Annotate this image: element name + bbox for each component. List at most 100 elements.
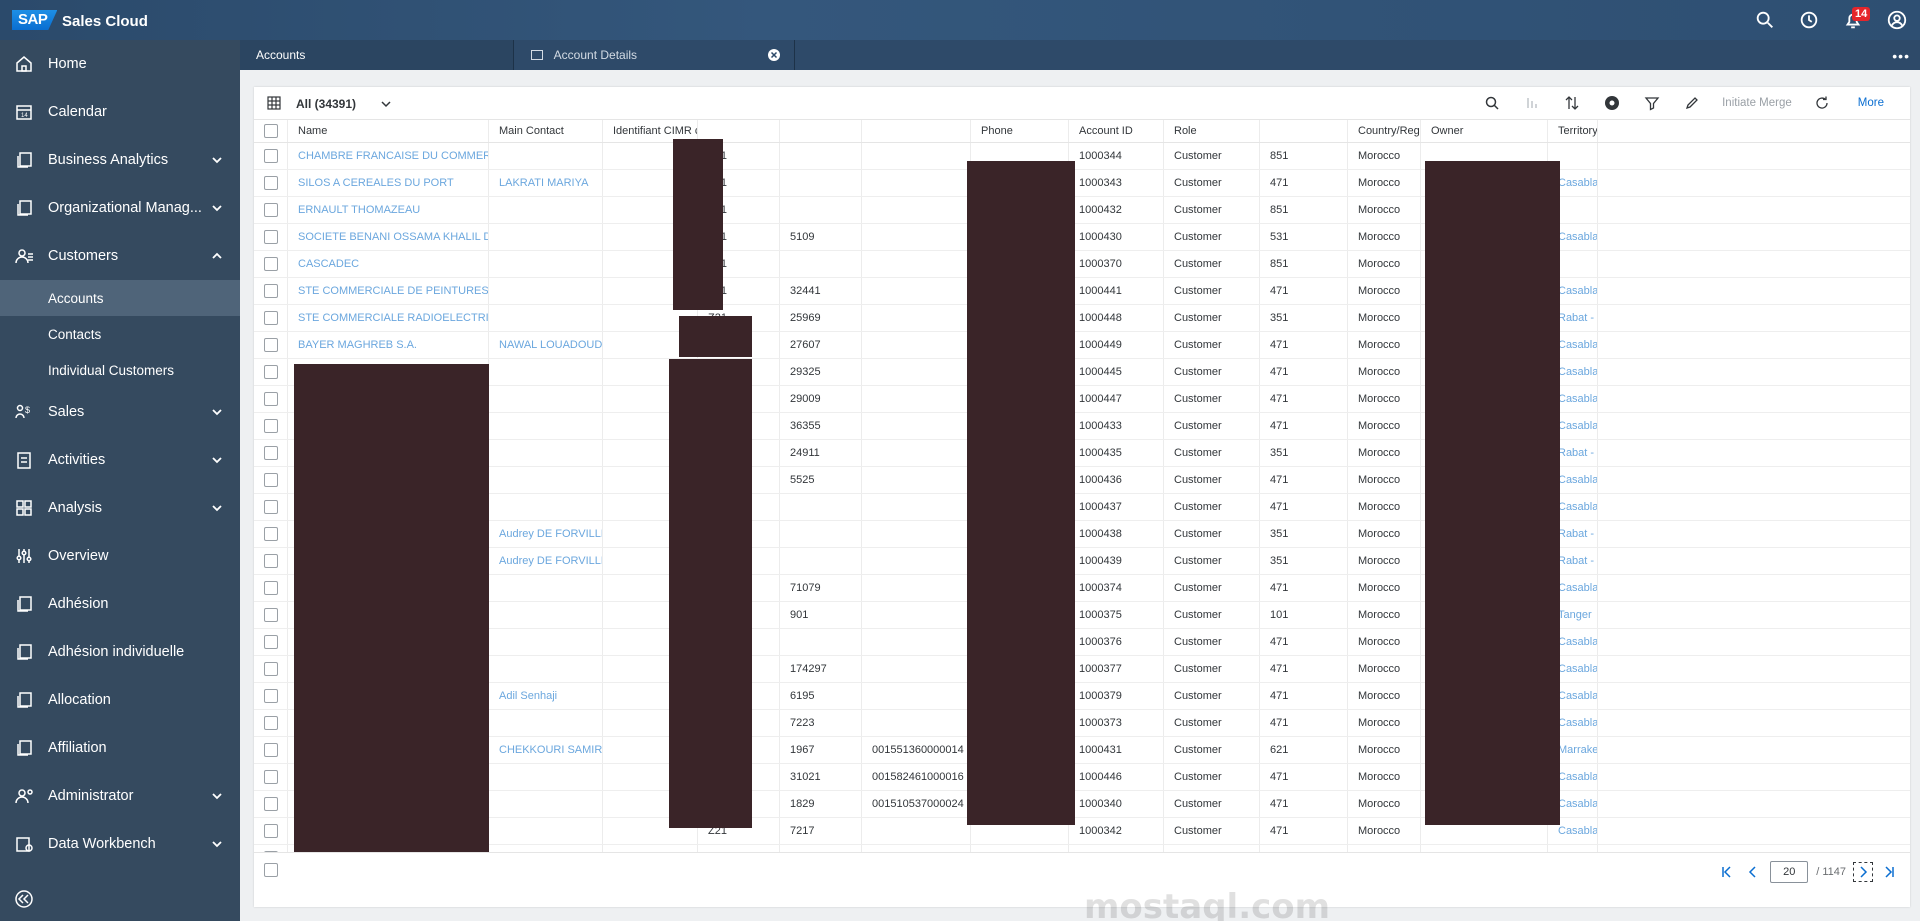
column-header[interactable]: Account ID bbox=[1069, 120, 1164, 142]
chevron-down-icon[interactable] bbox=[210, 837, 224, 851]
table-row[interactable]: ERNAULT THOMAZEAUZ211000432Customer851Mo… bbox=[254, 197, 1910, 224]
row-checkbox[interactable] bbox=[264, 284, 278, 298]
history-icon[interactable] bbox=[1798, 9, 1820, 31]
row-checkbox[interactable] bbox=[264, 203, 278, 217]
table-cell[interactable]: SOCIETE BENANI OSSAMA KHALIL D bbox=[288, 224, 489, 250]
sort-icon[interactable] bbox=[1552, 93, 1592, 113]
sidebar-item-sales[interactable]: $ Sales bbox=[0, 388, 240, 436]
table-row[interactable]: SOCIETE BENANI OSSAMA KHALIL DZ215109100… bbox=[254, 224, 1910, 251]
next-page-icon[interactable] bbox=[1853, 862, 1873, 882]
previous-page-icon[interactable] bbox=[1744, 863, 1762, 881]
table-row[interactable]: Adil SenhajiZ2161951000379Customer471Mor… bbox=[254, 683, 1910, 710]
table-row[interactable]: Fatma zohra Badaoui Z21209 1000434Customer… bbox=[254, 845, 1910, 852]
last-page-icon[interactable] bbox=[1880, 863, 1898, 881]
table-row[interactable]: Z21293251000445Customer471MoroccoCasabla… bbox=[254, 359, 1910, 386]
table-row[interactable]: Z211000437Customer471MoroccoCasablan bbox=[254, 494, 1910, 521]
row-checkbox[interactable] bbox=[264, 230, 278, 244]
sidebar-item-overview[interactable]: Overview bbox=[0, 532, 240, 580]
table-cell[interactable]: CHAMBRE FRANCAISE DU COMMERCE bbox=[288, 143, 489, 169]
row-checkbox[interactable] bbox=[264, 824, 278, 838]
sidebar-item-affiliation[interactable]: Affiliation bbox=[0, 724, 240, 772]
grid-view-icon[interactable] bbox=[266, 95, 282, 111]
table-row[interactable]: Z21363551000433Customer471MoroccoCasabla… bbox=[254, 413, 1910, 440]
table-row[interactable]: Z21290091000447Customer471MoroccoCasabla… bbox=[254, 386, 1910, 413]
chevron-down-icon[interactable] bbox=[210, 789, 224, 803]
tab-account-details[interactable]: Account Details bbox=[515, 40, 795, 70]
row-checkbox[interactable] bbox=[264, 797, 278, 811]
table-row[interactable]: Z21249111000435Customer351MoroccoRabat -… bbox=[254, 440, 1910, 467]
table-row[interactable]: CASCADECZ211000370Customer851Morocco bbox=[254, 251, 1910, 278]
table-row[interactable]: Z3310210015824610000161000446Customer471… bbox=[254, 764, 1910, 791]
table-cell[interactable]: LAKRATI MARIYA bbox=[489, 170, 603, 196]
chevron-down-icon[interactable] bbox=[210, 405, 224, 419]
sidebar-item-analysis[interactable]: Analysis bbox=[0, 484, 240, 532]
row-checkbox[interactable] bbox=[264, 500, 278, 514]
table-cell[interactable]: Adil Senhaji bbox=[489, 683, 603, 709]
chevron-down-icon[interactable] bbox=[380, 98, 392, 110]
row-checkbox[interactable] bbox=[264, 311, 278, 325]
sidebar-item-adhesion[interactable]: Adhésion bbox=[0, 580, 240, 628]
initiate-merge-button[interactable]: Initiate Merge bbox=[1712, 97, 1802, 109]
table-row[interactable]: Z211000376Customer471MoroccoCasablan bbox=[254, 629, 1910, 656]
row-checkbox[interactable] bbox=[264, 608, 278, 622]
table-row[interactable]: Z2172171000342Customer471MoroccoCasablan bbox=[254, 818, 1910, 845]
page-number-input[interactable] bbox=[1770, 861, 1809, 883]
refresh-icon[interactable] bbox=[1802, 93, 1842, 113]
sidebar-item-administrator[interactable]: Administrator bbox=[0, 772, 240, 820]
table-cell[interactable]: BAYER MAGHREB S.A. bbox=[288, 332, 489, 358]
column-header[interactable]: Phone bbox=[971, 120, 1069, 142]
chevron-down-icon[interactable] bbox=[210, 501, 224, 515]
row-checkbox[interactable] bbox=[264, 338, 278, 352]
row-checkbox[interactable] bbox=[264, 662, 278, 676]
chevron-down-icon[interactable] bbox=[210, 201, 224, 215]
table-row[interactable]: Z2155251000436Customer471MoroccoCasablan bbox=[254, 467, 1910, 494]
table-row[interactable]: Z21710791000374Customer471MoroccoCasabla… bbox=[254, 575, 1910, 602]
column-header[interactable] bbox=[780, 120, 862, 142]
table-cell[interactable]: STE COMMERCIALE RADIOELECTRIQ... bbox=[288, 305, 489, 331]
filter-icon[interactable] bbox=[1632, 93, 1672, 113]
overflow-icon[interactable]: ••• bbox=[1892, 48, 1910, 64]
edit-icon[interactable] bbox=[1672, 93, 1712, 113]
table-cell[interactable]: ERNAULT THOMAZEAU bbox=[288, 197, 489, 223]
column-header[interactable] bbox=[1260, 120, 1348, 142]
sidebar-subitem-accounts[interactable]: Accounts bbox=[0, 280, 240, 316]
search-icon[interactable] bbox=[1754, 9, 1776, 31]
row-checkbox[interactable] bbox=[264, 635, 278, 649]
row-checkbox[interactable] bbox=[264, 176, 278, 190]
row-checkbox[interactable] bbox=[264, 689, 278, 703]
tab-accounts[interactable]: Accounts bbox=[240, 40, 514, 70]
sidebar-item-data-workbench[interactable]: Data Workbench bbox=[0, 820, 240, 868]
row-checkbox[interactable] bbox=[264, 419, 278, 433]
sidebar-subitem-individual-customers[interactable]: Individual Customers bbox=[0, 352, 240, 388]
sidebar-item-adhesion-individuelle[interactable]: Adhésion individuelle bbox=[0, 628, 240, 676]
sidebar-item-calendar[interactable]: 14 Calendar bbox=[0, 88, 240, 136]
column-header[interactable]: Name bbox=[288, 120, 489, 142]
table-row[interactable]: SILOS A CEREALES DU PORTLAKRATI MARIYAZ2… bbox=[254, 170, 1910, 197]
table-cell[interactable]: CASCADEC bbox=[288, 251, 489, 277]
header-checkbox[interactable] bbox=[264, 124, 278, 138]
close-icon[interactable] bbox=[768, 49, 780, 61]
table-cell[interactable]: Tanger bbox=[1548, 845, 1598, 852]
search-icon[interactable] bbox=[1472, 93, 1512, 113]
user-icon[interactable] bbox=[1886, 9, 1908, 31]
column-header[interactable]: Role bbox=[1164, 120, 1260, 142]
sidebar-item-customers[interactable]: Customers bbox=[0, 232, 240, 280]
first-page-icon[interactable] bbox=[1718, 863, 1736, 881]
collapse-sidebar-icon[interactable] bbox=[14, 889, 34, 909]
table-cell[interactable]: Audrey DE FORVILLE bbox=[489, 521, 603, 547]
chevron-down-icon[interactable] bbox=[210, 153, 224, 167]
column-header[interactable]: Owner bbox=[1421, 120, 1548, 142]
select-all-checkbox[interactable] bbox=[264, 863, 278, 877]
sap-logo[interactable]: SAP bbox=[12, 10, 58, 30]
row-checkbox[interactable] bbox=[264, 770, 278, 784]
table-row[interactable]: CHEKKOURI SAMIRZ319670015513600000141000… bbox=[254, 737, 1910, 764]
row-checkbox[interactable] bbox=[264, 743, 278, 757]
sidebar-item-allocation[interactable]: Allocation bbox=[0, 676, 240, 724]
sidebar-item-organizational-management[interactable]: Organizational Manag... bbox=[0, 184, 240, 232]
table-row[interactable]: Z211742971000377Customer471MoroccoCasabl… bbox=[254, 656, 1910, 683]
group-icon[interactable] bbox=[1512, 93, 1552, 113]
table-row[interactable]: Z219011000375Customer101MoroccoTanger bbox=[254, 602, 1910, 629]
sidebar-item-home[interactable]: Home bbox=[0, 40, 240, 88]
table-row[interactable]: STE COMMERCIALE RADIOELECTRIQ...Z2125969… bbox=[254, 305, 1910, 332]
sidebar-item-business-analytics[interactable]: Business Analytics bbox=[0, 136, 240, 184]
